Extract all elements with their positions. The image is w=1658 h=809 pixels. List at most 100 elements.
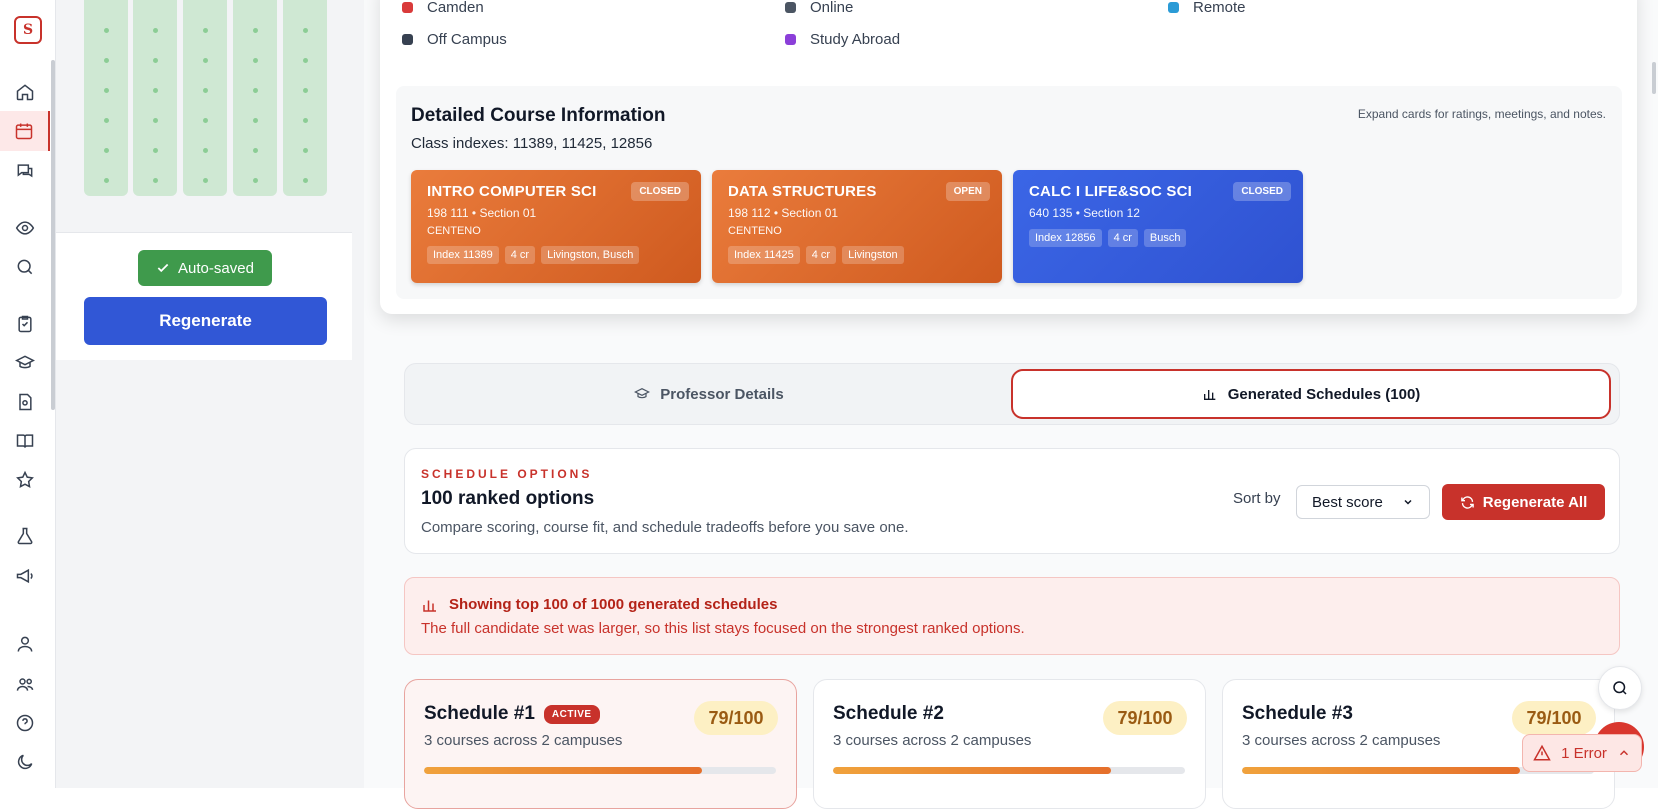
legend-item-camden: Camden [402, 0, 484, 16]
autosaved-badge: Auto-saved [138, 250, 272, 286]
schedule-title-row: Schedule #3 [1242, 703, 1353, 725]
tab-label: Generated Schedules (100) [1227, 385, 1421, 403]
icon-rail: S [0, 0, 56, 788]
day-column [233, 0, 277, 196]
legend-swatch [402, 34, 413, 45]
course-card[interactable]: INTRO COMPUTER SCI CLOSED 198 111 • Sect… [411, 170, 701, 283]
schedule-options-card: SCHEDULE OPTIONS 100 ranked options Comp… [404, 448, 1620, 554]
document-icon[interactable] [0, 382, 50, 422]
course-code-section: 640 135 • Section 12 [1029, 206, 1140, 220]
floating-search-button[interactable] [1598, 666, 1642, 710]
user-icon[interactable] [0, 624, 50, 664]
day-column [283, 0, 327, 196]
tab-generated-schedules[interactable]: Generated Schedules (100) [1011, 369, 1611, 419]
sort-select[interactable]: Best score [1296, 485, 1430, 519]
error-indicator[interactable]: 1 Error [1522, 734, 1642, 772]
legend-swatch [1168, 2, 1179, 13]
alert-title: Showing top 100 of 1000 generated schedu… [449, 596, 778, 613]
legend-swatch [785, 2, 796, 13]
star-icon[interactable] [0, 460, 50, 500]
score-bar [833, 767, 1185, 774]
schedule-title: Schedule #1 [424, 703, 535, 724]
schedule-card[interactable]: Schedule #1 ACTIVE 3 courses across 2 ca… [404, 679, 797, 809]
status-badge: CLOSED [631, 182, 689, 201]
legend-item-off-campus: Off Campus [402, 31, 507, 48]
campus-tag: Livingston, Busch [541, 246, 640, 264]
bar-chart-icon [1203, 390, 1216, 400]
check-icon [157, 263, 169, 273]
credits-tag: 4 cr [805, 246, 837, 264]
professor-name: CENTENO [728, 225, 782, 237]
index-tag: Index 11425 [728, 246, 800, 264]
options-subtitle: Compare scoring, course fit, and schedul… [421, 519, 909, 536]
sort-value: Best score [1312, 493, 1383, 511]
score-bar-fill [424, 767, 703, 774]
schedule-card[interactable]: Schedule #2 3 courses across 2 campuses … [813, 679, 1206, 809]
legend-label: Online [810, 0, 854, 16]
tab-professor-details[interactable]: Professor Details [411, 369, 1007, 419]
schedule-subtitle: 3 courses across 2 campuses [833, 732, 1032, 749]
eye-icon[interactable] [0, 208, 50, 248]
regenerate-all-button[interactable]: Regenerate All [1442, 484, 1605, 520]
professor-name: CENTENO [427, 225, 481, 237]
chat-icon[interactable] [0, 151, 50, 191]
course-card[interactable]: CALC I LIFE&SOC SCI CLOSED 640 135 • Sec… [1013, 170, 1303, 283]
main-content: Camden Online Remote Off Campus Study Ab… [364, 0, 1658, 809]
score-bar-fill [833, 767, 1112, 774]
course-code-section: 198 111 • Section 01 [427, 206, 537, 220]
calendar-icon[interactable] [0, 111, 50, 151]
legend-swatch [785, 34, 796, 45]
index-tag: Index 12856 [1029, 229, 1102, 247]
status-badge: CLOSED [1233, 182, 1291, 201]
course-code-section: 198 112 • Section 01 [728, 206, 839, 220]
schedule-title: Schedule #3 [1242, 703, 1353, 724]
day-column [183, 0, 227, 196]
legend-label: Off Campus [427, 31, 507, 48]
refresh-icon [1460, 495, 1474, 509]
expand-hint: Expand cards for ratings, meetings, and … [1357, 107, 1606, 121]
checklist-icon[interactable] [0, 304, 50, 344]
view-tabs: Professor Details Generated Schedules (1… [404, 363, 1620, 425]
bar-chart-icon [421, 596, 439, 619]
help-icon[interactable] [0, 703, 50, 743]
app-logo[interactable]: S [14, 16, 42, 44]
day-column [84, 0, 128, 196]
course-overview-card: Camden Online Remote Off Campus Study Ab… [380, 0, 1637, 314]
legend-label: Remote [1193, 0, 1246, 16]
credits-tag: 4 cr [1107, 229, 1138, 247]
megaphone-icon[interactable] [0, 556, 50, 596]
score-badge: 79/100 [1103, 701, 1187, 735]
warning-icon [1533, 744, 1551, 761]
regenerate-button[interactable]: Regenerate [84, 297, 327, 345]
index-tag: Index 11389 [427, 246, 499, 264]
legend-swatch [402, 2, 413, 13]
book-icon[interactable] [0, 421, 50, 461]
legend-item-online: Online [785, 0, 853, 16]
home-icon[interactable] [0, 72, 50, 112]
flask-icon[interactable] [0, 516, 50, 556]
schedule-preview-panel: Auto-saved Regenerate [56, 0, 364, 788]
search-icon[interactable] [0, 247, 50, 287]
schedule-subtitle: 3 courses across 2 campuses [1242, 732, 1441, 749]
graduation-cap-icon[interactable] [0, 343, 50, 383]
moon-icon[interactable] [0, 742, 50, 782]
legend-item-study-abroad: Study Abroad [785, 31, 900, 48]
schedule-title: Schedule #2 [833, 703, 944, 724]
graduation-cap-icon [634, 387, 651, 399]
schedule-subtitle: 3 courses across 2 campuses [424, 732, 623, 749]
main-scrollbar[interactable] [1652, 62, 1656, 94]
search-icon [1613, 681, 1627, 695]
score-bar [424, 767, 776, 774]
legend-label: Camden [427, 0, 484, 16]
users-icon[interactable] [0, 664, 50, 704]
sort-label: Sort by [1233, 490, 1281, 507]
active-badge: ACTIVE [543, 704, 600, 724]
rail-scrollbar[interactable] [51, 60, 55, 410]
legend-label: Study Abroad [810, 31, 901, 48]
campus-tag: Livingston [842, 246, 904, 264]
options-title: 100 ranked options [421, 488, 595, 509]
course-card[interactable]: DATA STRUCTURES OPEN 198 112 • Section 0… [712, 170, 1002, 283]
save-card: Auto-saved Regenerate [56, 232, 352, 360]
schedule-title-row: Schedule #1 ACTIVE [424, 703, 600, 725]
eyebrow-label: SCHEDULE OPTIONS [421, 467, 593, 481]
